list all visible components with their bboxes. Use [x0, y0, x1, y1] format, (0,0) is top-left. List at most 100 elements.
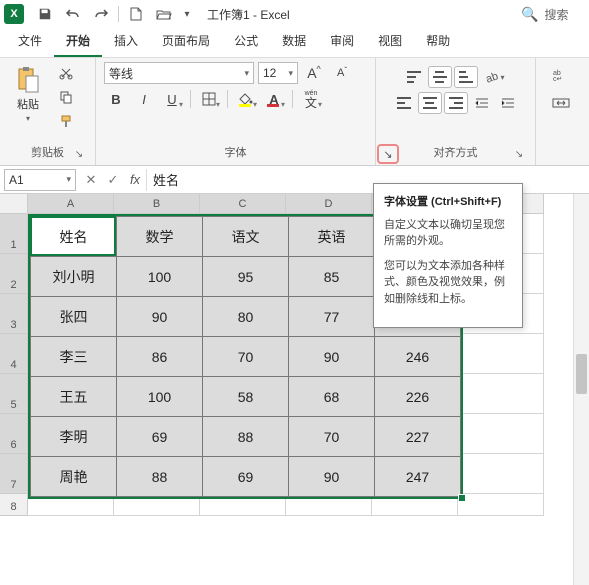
- cell[interactable]: 100: [117, 257, 203, 297]
- font-dialog-launcher[interactable]: ↘: [377, 144, 399, 164]
- tab-data[interactable]: 数据: [270, 26, 318, 57]
- row-header-4[interactable]: 4: [0, 334, 28, 374]
- bold-button[interactable]: B: [104, 88, 128, 110]
- cell[interactable]: 90: [289, 337, 375, 377]
- font-color-button[interactable]: A ▾: [262, 88, 286, 110]
- cell[interactable]: 69: [203, 457, 289, 497]
- tab-view[interactable]: 视图: [366, 26, 414, 57]
- tab-formulas[interactable]: 公式: [222, 26, 270, 57]
- selection-fill-handle[interactable]: [458, 494, 466, 502]
- tab-help[interactable]: 帮助: [414, 26, 462, 57]
- column-header-C[interactable]: C: [200, 194, 286, 214]
- qat-open-button[interactable]: [151, 2, 177, 26]
- cell-A1[interactable]: 姓名: [31, 217, 117, 257]
- select-all-corner[interactable]: [0, 194, 28, 214]
- cell[interactable]: 张四: [31, 297, 117, 337]
- cell[interactable]: 周艳: [31, 457, 117, 497]
- cell-D1[interactable]: 英语: [289, 217, 375, 257]
- cell[interactable]: 80: [203, 297, 289, 337]
- align-middle-button[interactable]: [428, 66, 452, 88]
- cell[interactable]: 王五: [31, 377, 117, 417]
- insert-function-button[interactable]: fx: [124, 169, 146, 191]
- cell[interactable]: 85: [289, 257, 375, 297]
- cell-B1[interactable]: 数学: [117, 217, 203, 257]
- qat-new-button[interactable]: [123, 2, 149, 26]
- increase-indent-button[interactable]: [496, 92, 520, 114]
- cell[interactable]: 247: [375, 457, 461, 497]
- cell[interactable]: 李明: [31, 417, 117, 457]
- cell[interactable]: 88: [203, 417, 289, 457]
- orientation-button[interactable]: ab▾: [480, 66, 510, 88]
- alignment-dialog-launcher[interactable]: ↘: [513, 149, 525, 161]
- increase-font-button[interactable]: A^: [302, 62, 326, 84]
- row-header-6[interactable]: 6: [0, 414, 28, 454]
- align-bottom-button[interactable]: [454, 66, 478, 88]
- qat-redo-button[interactable]: [88, 2, 114, 26]
- cell[interactable]: 李三: [31, 337, 117, 377]
- vertical-scrollbar[interactable]: [573, 194, 589, 585]
- qat-save-button[interactable]: [32, 2, 58, 26]
- enter-formula-button[interactable]: ✓: [102, 169, 124, 191]
- font-size-combo[interactable]: 12▾: [258, 62, 298, 84]
- cell[interactable]: 58: [203, 377, 289, 417]
- cell[interactable]: 刘小明: [31, 257, 117, 297]
- cell[interactable]: 246: [375, 337, 461, 377]
- italic-button[interactable]: I: [132, 88, 156, 110]
- column-header-D[interactable]: D: [286, 194, 372, 214]
- format-painter-button[interactable]: [54, 110, 78, 132]
- cell[interactable]: 69: [117, 417, 203, 457]
- align-top-button[interactable]: [402, 66, 426, 88]
- clipboard-dialog-launcher[interactable]: ↘: [73, 149, 85, 161]
- tab-file[interactable]: 文件: [6, 26, 54, 57]
- tab-home[interactable]: 开始: [54, 26, 102, 57]
- cell[interactable]: 77: [289, 297, 375, 337]
- cell[interactable]: 90: [117, 297, 203, 337]
- scrollbar-thumb[interactable]: [576, 354, 587, 394]
- wrap-text-button[interactable]: abc↵: [546, 64, 576, 86]
- column-header-B[interactable]: B: [114, 194, 200, 214]
- cell[interactable]: 95: [203, 257, 289, 297]
- pinyin-guide-button[interactable]: wén 文▾: [299, 88, 323, 110]
- cell[interactable]: 100: [117, 377, 203, 417]
- ribbon-group-font: 等线▾ 12▾ A^ Aˇ B I U▾ ▾: [96, 58, 376, 165]
- fill-color-button[interactable]: ▾: [234, 88, 258, 110]
- cell-C1[interactable]: 语文: [203, 217, 289, 257]
- cancel-formula-button[interactable]: ✕: [80, 169, 102, 191]
- row-header-5[interactable]: 5: [0, 374, 28, 414]
- cell[interactable]: 86: [117, 337, 203, 377]
- table-row: 李三867090246: [31, 337, 461, 377]
- row-header-8[interactable]: 8: [0, 494, 28, 516]
- paste-button[interactable]: 粘贴 ▾: [8, 62, 48, 123]
- clipboard-group-label: 剪贴板 ↘: [8, 145, 87, 163]
- copy-button[interactable]: [54, 86, 78, 108]
- cell[interactable]: 90: [289, 457, 375, 497]
- cell[interactable]: 68: [289, 377, 375, 417]
- cell[interactable]: 227: [375, 417, 461, 457]
- border-button[interactable]: ▾: [197, 88, 221, 110]
- cut-button[interactable]: [54, 62, 78, 84]
- align-left-button[interactable]: [392, 92, 416, 114]
- row-header-1[interactable]: 1: [0, 214, 28, 254]
- column-header-A[interactable]: A: [28, 194, 114, 214]
- decrease-indent-button[interactable]: [470, 92, 494, 114]
- tab-page-layout[interactable]: 页面布局: [150, 26, 222, 57]
- row-header-7[interactable]: 7: [0, 454, 28, 494]
- row-header-3[interactable]: 3: [0, 294, 28, 334]
- cell[interactable]: 88: [117, 457, 203, 497]
- tab-insert[interactable]: 插入: [102, 26, 150, 57]
- align-center-button[interactable]: [418, 92, 442, 114]
- search-box[interactable]: 🔍 搜索: [521, 2, 581, 26]
- qat-undo-button[interactable]: [60, 2, 86, 26]
- merge-center-button[interactable]: [546, 92, 576, 114]
- decrease-font-button[interactable]: Aˇ: [330, 62, 354, 84]
- name-box[interactable]: A1 ▾: [4, 169, 76, 191]
- tab-review[interactable]: 审阅: [318, 26, 366, 57]
- cell[interactable]: 70: [203, 337, 289, 377]
- align-right-button[interactable]: [444, 92, 468, 114]
- underline-button[interactable]: U▾: [160, 88, 184, 110]
- font-name-combo[interactable]: 等线▾: [104, 62, 254, 84]
- qat-customize-button[interactable]: ▾: [179, 2, 195, 26]
- cell[interactable]: 226: [375, 377, 461, 417]
- cell[interactable]: 70: [289, 417, 375, 457]
- row-header-2[interactable]: 2: [0, 254, 28, 294]
